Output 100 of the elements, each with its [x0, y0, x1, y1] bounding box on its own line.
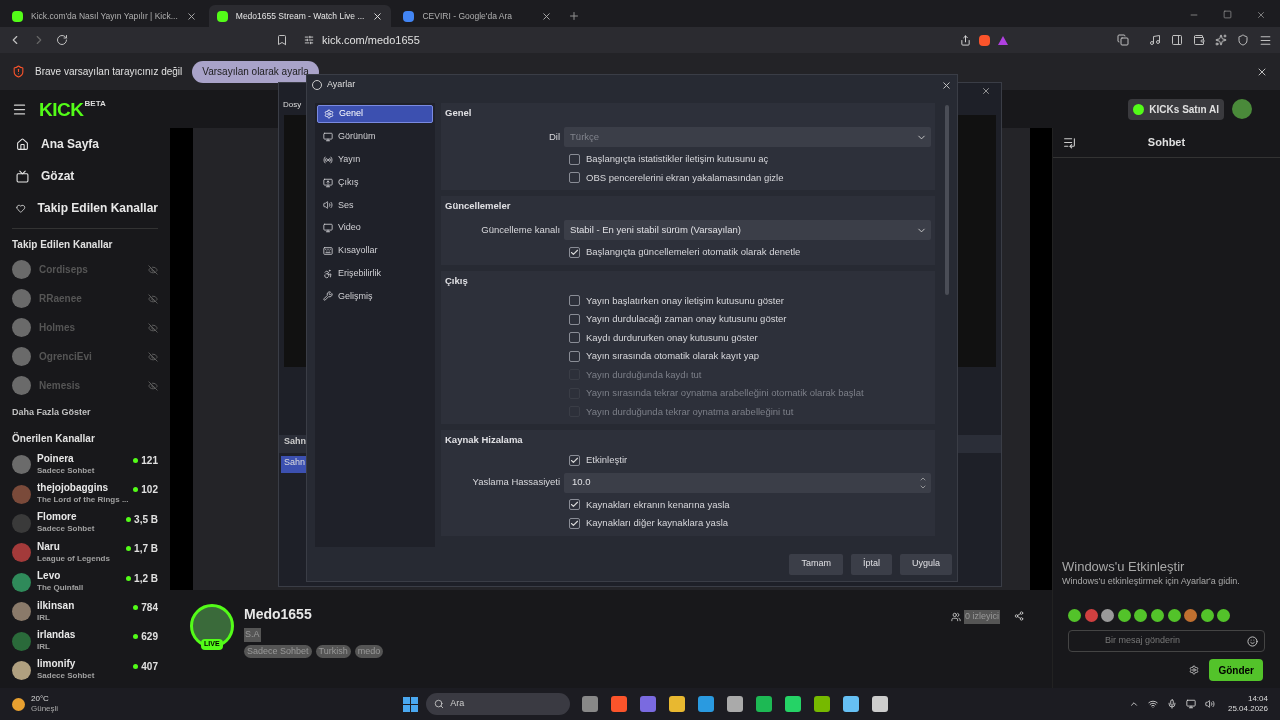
emote-icon[interactable] [1117, 608, 1131, 622]
app-icon[interactable] [785, 696, 802, 712]
app-icon[interactable] [669, 696, 686, 712]
windows-logo-icon[interactable] [403, 696, 419, 712]
clock-date[interactable]: 25.04.2026 [1227, 704, 1268, 714]
display-icon[interactable] [1185, 699, 1196, 709]
settings-nav-item[interactable]: Ses [317, 196, 433, 215]
dropdown[interactable]: Stabil - En yeni stabil sürüm (Varsayılan) [564, 220, 931, 240]
reload-icon[interactable] [56, 34, 68, 46]
chat-input[interactable]: Bir mesaj gönderin [1068, 630, 1265, 652]
nav-link[interactable]: Ana Sayfa [12, 128, 158, 160]
emote-icon[interactable] [1084, 608, 1098, 622]
music-icon[interactable] [1149, 34, 1161, 46]
app-icon[interactable] [698, 696, 715, 712]
app-icon[interactable] [611, 696, 628, 712]
clock-time[interactable]: 14:04 [1247, 694, 1268, 704]
bookmark-icon[interactable] [276, 34, 288, 46]
collapse-chat-icon[interactable] [1063, 136, 1076, 149]
dialog-button[interactable]: Tamam [789, 553, 843, 575]
user-avatar[interactable] [1232, 99, 1252, 119]
app-icon[interactable] [872, 696, 889, 712]
checkbox[interactable] [569, 246, 580, 258]
app-icon[interactable] [843, 696, 860, 712]
settings-nav-item[interactable]: Kısayollar [317, 241, 433, 261]
chevron-icon[interactable] [1128, 699, 1139, 709]
close-icon[interactable] [185, 10, 197, 22]
share-icon[interactable] [960, 34, 971, 46]
settings-nav-item[interactable]: Video [317, 218, 433, 238]
microphone-icon[interactable] [1166, 699, 1177, 709]
close-icon[interactable] [941, 79, 952, 91]
channel-item[interactable]: thejojobaggins The Lord of the Rings ... 102 [12, 479, 158, 509]
checkbox[interactable] [569, 295, 580, 307]
emote-icon[interactable] [1184, 608, 1198, 622]
emoji-icon[interactable] [1247, 635, 1258, 647]
sparkles-icon[interactable] [1215, 34, 1227, 46]
settings-nav-item[interactable]: Gelişmiş [317, 287, 433, 306]
channel-item[interactable]: irlandas IRL 629 [12, 626, 158, 656]
show-more-link[interactable]: Daha Fazla Göster [12, 400, 158, 426]
send-button[interactable]: Gönder [1209, 659, 1263, 681]
taskbar-search[interactable]: Ara [426, 693, 571, 715]
channel-item[interactable]: Flomore Sadece Sohbet 3,5 B [12, 508, 158, 539]
app-icon[interactable] [756, 696, 773, 712]
settings-nav-item[interactable]: Görünüm [317, 127, 433, 147]
emote-icon[interactable] [1134, 608, 1148, 622]
sidebar-icon[interactable] [1171, 34, 1183, 46]
speaker-icon[interactable] [1204, 699, 1215, 709]
set-default-button[interactable]: Varsayılan olarak ayarla [192, 60, 319, 83]
emote-icon[interactable] [1167, 608, 1181, 622]
browser-tab[interactable]: Medo1655 Stream - Watch Live ... [208, 5, 392, 27]
settings-nav-item[interactable]: Yayın [317, 150, 433, 169]
maximize-icon[interactable] [1223, 10, 1232, 19]
channel-item[interactable]: ilkinsan IRL 784 [12, 596, 158, 627]
close-icon[interactable] [541, 10, 553, 22]
channel-item[interactable]: Poinera Sadece Sohbet 121 [12, 450, 158, 480]
site-settings-icon[interactable] [304, 35, 314, 45]
menu-icon[interactable] [12, 101, 27, 117]
scrollbar[interactable] [945, 105, 949, 295]
close-icon[interactable] [1256, 10, 1266, 20]
nav-link[interactable]: Takip Edilen Kanallar [12, 192, 158, 224]
number-field[interactable]: 10.0 [564, 472, 931, 493]
channel-item[interactable]: Levo The Quinfall 1,2 B [12, 567, 158, 597]
app-icon[interactable] [727, 696, 744, 712]
checkbox[interactable] [569, 172, 580, 184]
browser-tab[interactable]: Kick.com'da Nasıl Yayın Yapılır | Kick... [4, 5, 205, 27]
menu-icon[interactable] [1259, 33, 1272, 47]
dialog-button[interactable]: Uygula [900, 553, 952, 575]
emote-icon[interactable] [1217, 608, 1231, 622]
nav-link[interactable]: Gözat [12, 160, 158, 192]
checkbox[interactable] [569, 350, 580, 362]
settings-nav-item[interactable]: Genel [317, 105, 433, 124]
app-icon[interactable] [814, 696, 831, 712]
emote-icon[interactable] [1150, 608, 1164, 622]
wallet-icon[interactable] [1193, 34, 1205, 46]
app-icon[interactable] [582, 696, 599, 712]
checkbox[interactable] [569, 517, 580, 529]
settings-nav-item[interactable]: Erişebilirlik [317, 264, 433, 283]
emote-icon[interactable] [1068, 608, 1081, 622]
emote-icon[interactable] [1200, 608, 1214, 622]
network-icon[interactable] [1147, 699, 1158, 709]
emote-icon[interactable] [1101, 608, 1115, 622]
channel-item[interactable]: limonify Sadece Sohbet 407 [12, 655, 158, 686]
triangle-icon[interactable] [998, 35, 1008, 45]
checkbox[interactable] [569, 499, 580, 511]
checkbox[interactable] [569, 332, 580, 344]
window-icon[interactable] [1117, 34, 1129, 46]
checkbox[interactable] [569, 153, 580, 165]
kick-logo[interactable]: KICK [39, 99, 84, 119]
share-icon[interactable] [1014, 611, 1024, 621]
dialog-button[interactable]: İptal [850, 553, 892, 575]
shield-icon[interactable] [1237, 34, 1249, 46]
checkbox[interactable] [569, 313, 580, 325]
new-tab-icon[interactable] [568, 10, 581, 22]
browser-tab[interactable]: CEVIRI - Google'da Ara [395, 5, 561, 27]
close-icon[interactable] [981, 86, 991, 96]
weather-icon[interactable] [12, 697, 25, 711]
close-icon[interactable] [372, 10, 384, 22]
checkbox[interactable] [569, 454, 580, 466]
settings-icon[interactable] [1189, 665, 1200, 675]
buy-kicks-button[interactable]: KICKs Satın Al [1128, 98, 1224, 120]
settings-nav-item[interactable]: Çıkış [317, 173, 433, 192]
